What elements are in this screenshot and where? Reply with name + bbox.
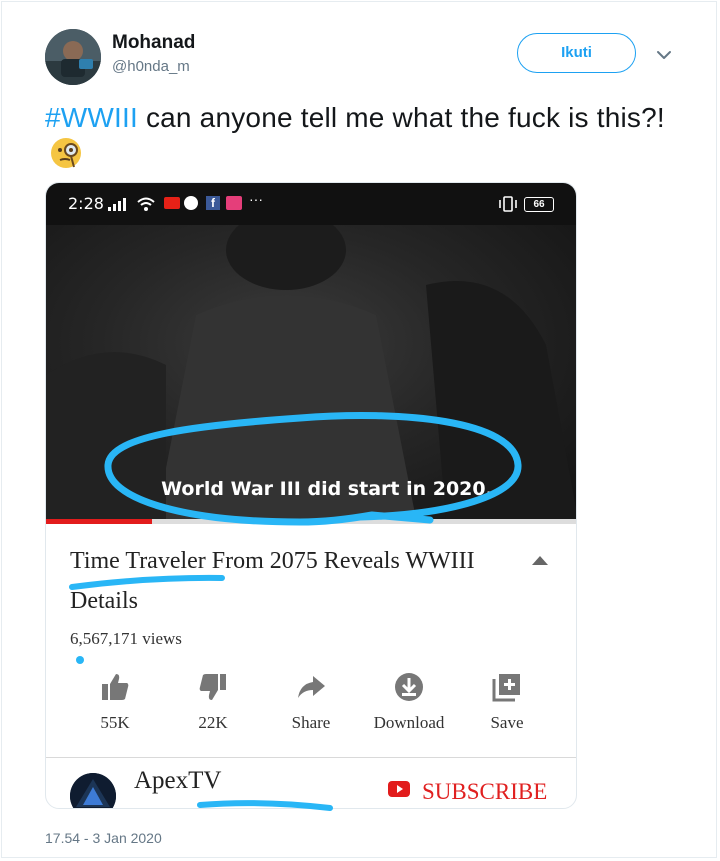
like-button[interactable]: 55K [70,671,160,733]
video-title: Time Traveler From 2075 Reveals WWIII De… [70,548,475,614]
annotation-dot [76,656,84,664]
thumbs-down-icon [199,674,226,700]
download-label: Download [373,713,445,732]
collapse-arrow-icon[interactable] [530,553,550,567]
share-button[interactable]: Share [266,671,356,733]
battery-indicator: 66 [524,197,554,212]
more-notifications-icon: ··· [249,191,263,207]
channel-name[interactable]: ApexTV [134,767,221,795]
channel-avatar[interactable] [70,773,116,808]
monocle-face-icon [49,136,83,179]
youtube-notification-icon [164,197,180,209]
thumbs-up-icon [102,674,129,700]
tweet-timestamp[interactable]: 17.54 - 3 Jan 2020 [45,830,162,846]
save-to-playlist-icon [492,674,520,702]
facebook-notification-icon: f [206,196,220,210]
tweet-text: #WWIII can anyone tell me what the fuck … [45,99,685,179]
like-count: 55K [100,713,130,732]
video-progress-bar[interactable] [46,519,576,524]
divider [46,757,576,758]
share-label: Share [291,713,331,732]
share-icon [298,676,325,698]
video-player[interactable]: World War III did start in 2020. [46,225,576,519]
app-notification-icon-2 [226,196,242,210]
dislike-button[interactable]: 22K [168,671,258,733]
youtube-play-icon [388,781,410,797]
avatar-image [45,29,101,85]
hashtag-link[interactable]: #WWIII [45,102,138,133]
save-label: Save [490,713,524,732]
signal-icon [108,198,126,211]
video-subtitle: World War III did start in 2020. [161,478,493,500]
media-screenshot[interactable]: 2:28 f ··· 66 World War III did start in… [45,182,577,809]
view-count: 6,567,171 views [70,629,182,648]
subscribe-label: SUBSCRIBE [422,779,548,804]
download-icon [395,673,423,701]
avatar[interactable] [45,29,101,85]
wifi-icon [137,197,155,211]
download-button[interactable]: Download [364,671,454,733]
follow-button[interactable]: Ikuti [517,33,636,73]
dislike-count: 22K [198,713,228,732]
user-handle[interactable]: @h0nda_m [112,58,190,75]
channel-logo [70,773,116,808]
phone-status-bar: 2:28 f ··· 66 [46,183,576,225]
app-notification-icon [184,196,198,210]
video-frame [46,225,576,519]
vibrate-icon [499,196,517,212]
user-name[interactable]: Mohanad [112,32,195,54]
subscribe-button[interactable]: SUBSCRIBE [388,779,547,804]
tweet-body: can anyone tell me what the fuck is this… [137,102,665,133]
video-progress-fill [46,519,153,524]
phone-time: 2:28 [68,194,104,213]
chevron-down-icon[interactable] [654,45,674,65]
save-button[interactable]: Save [462,671,552,733]
